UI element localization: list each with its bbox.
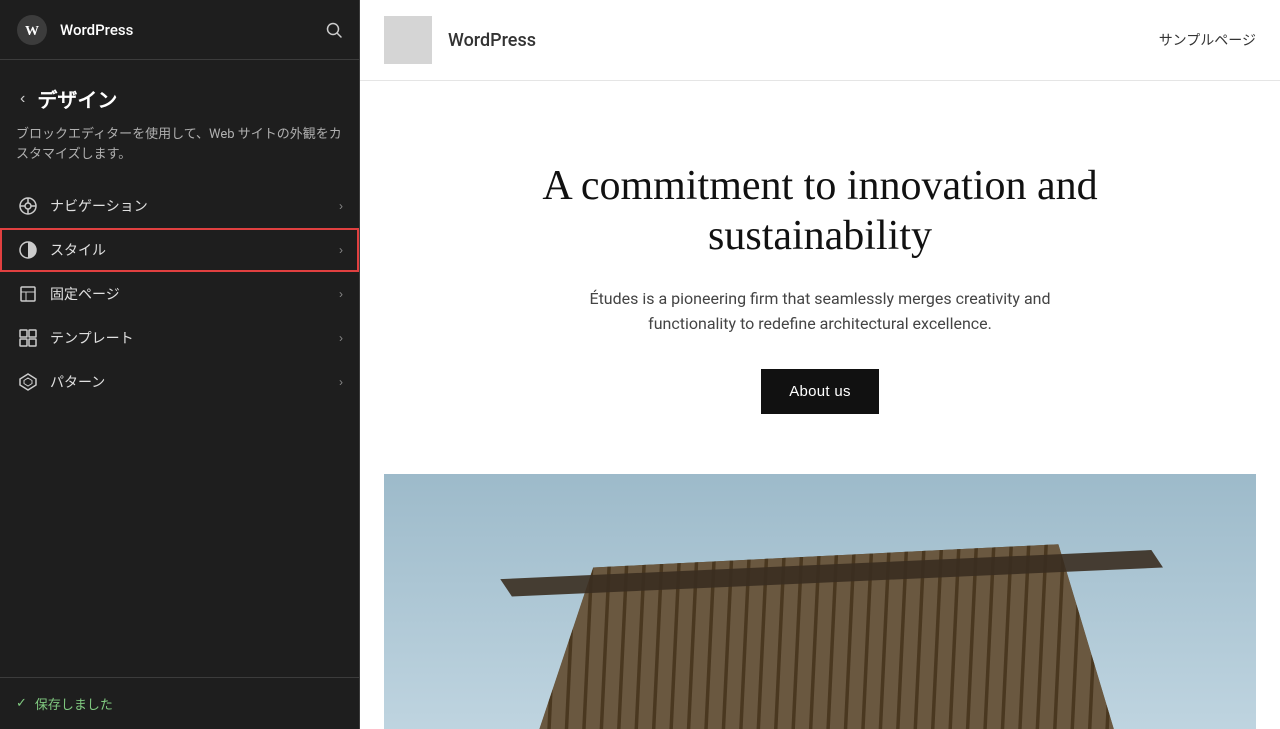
sample-page-link[interactable]: サンプルページ: [1159, 30, 1256, 50]
sidebar-section-header: ‹ デザイン: [0, 60, 359, 125]
site-logo: [384, 16, 432, 64]
search-icon: [325, 21, 343, 39]
style-icon: [16, 238, 40, 262]
pattern-chevron-icon: ›: [339, 375, 343, 389]
template-icon: [16, 326, 40, 350]
sidebar-item-navigation[interactable]: ナビゲーション ›: [0, 184, 359, 228]
sidebar: W WordPress ‹ デザイン ブロックエディターを使用して、Web サイ…: [0, 0, 360, 729]
sidebar-item-template[interactable]: テンプレート ›: [0, 316, 359, 360]
fixed-page-label: 固定ページ: [50, 284, 329, 304]
sidebar-item-style[interactable]: スタイル ›: [0, 228, 359, 272]
section-description: ブロックエディターを使用して、Web サイトの外観をカスタマイズします。: [0, 125, 359, 184]
back-button[interactable]: ‹: [16, 88, 29, 110]
main-preview: WordPress サンプルページ A commitment to innova…: [360, 0, 1280, 729]
pattern-label: パターン: [50, 372, 329, 392]
site-name: WordPress: [448, 30, 536, 51]
hero-title: A commitment to innovation and sustainab…: [450, 161, 1190, 262]
app-title: WordPress: [60, 21, 133, 39]
fixed-page-chevron-icon: ›: [339, 287, 343, 301]
check-icon: ✓: [16, 696, 27, 711]
search-button[interactable]: [325, 21, 343, 39]
building-image: [384, 474, 1256, 729]
template-chevron-icon: ›: [339, 331, 343, 345]
site-header: WordPress サンプルページ: [360, 0, 1280, 81]
style-chevron-icon: ›: [339, 243, 343, 257]
hero-description: Études is a pioneering firm that seamles…: [550, 286, 1090, 337]
style-label: スタイル: [50, 240, 329, 260]
fixed-page-icon: [16, 282, 40, 306]
navigation-label: ナビゲーション: [50, 196, 329, 216]
sidebar-topbar: W WordPress: [0, 0, 359, 60]
sidebar-nav: ‹ デザイン ブロックエディターを使用して、Web サイトの外観をカスタマイズし…: [0, 60, 359, 677]
save-status: 保存しました: [35, 694, 113, 713]
pattern-icon: [16, 370, 40, 394]
about-us-button[interactable]: About us: [761, 369, 879, 414]
building-svg: [384, 474, 1256, 729]
navigation-chevron-icon: ›: [339, 199, 343, 213]
hero-section: A commitment to innovation and sustainab…: [410, 81, 1230, 474]
svg-text:W: W: [25, 24, 39, 39]
sidebar-footer: ✓ 保存しました: [0, 677, 359, 729]
wordpress-logo: W: [16, 14, 48, 46]
section-title: デザイン: [37, 84, 117, 113]
sidebar-item-fixed-page[interactable]: 固定ページ ›: [0, 272, 359, 316]
template-label: テンプレート: [50, 328, 329, 348]
sidebar-item-pattern[interactable]: パターン ›: [0, 360, 359, 404]
navigation-icon: [16, 194, 40, 218]
